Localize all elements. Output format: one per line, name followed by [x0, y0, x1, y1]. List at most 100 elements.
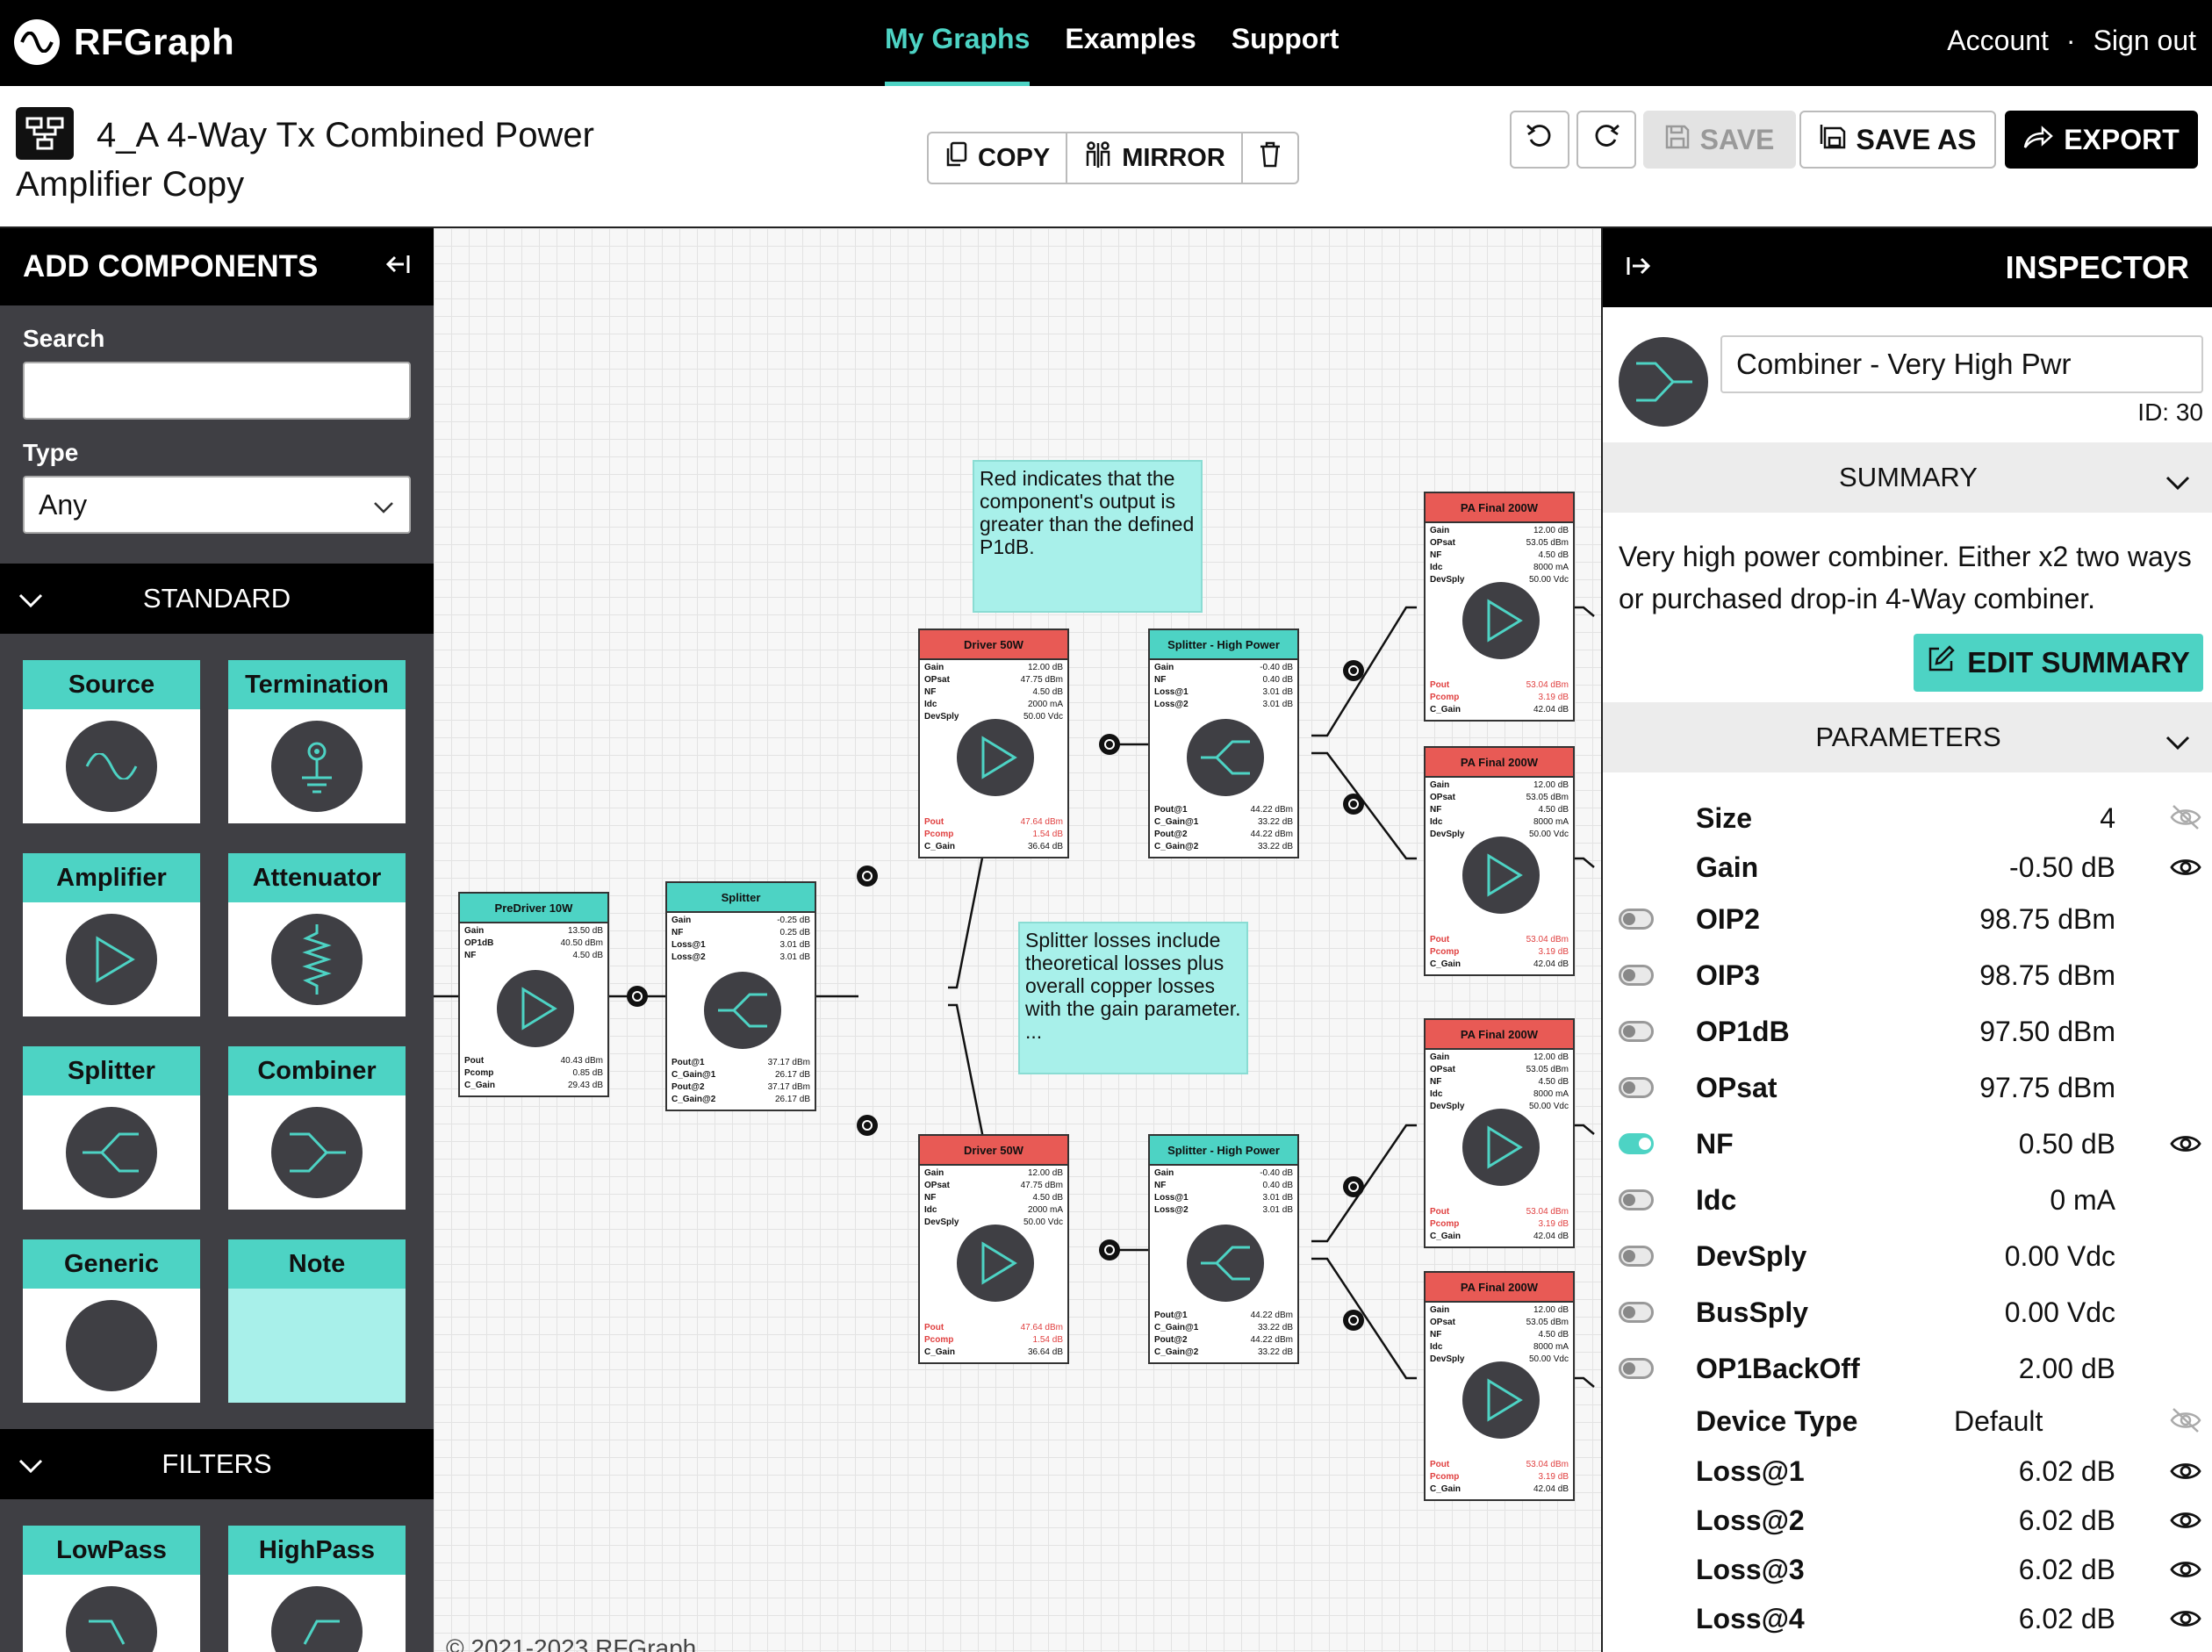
mirror-button[interactable]: MIRROR — [1067, 133, 1243, 183]
parameter-value[interactable]: -0.50 dB — [2009, 851, 2115, 884]
probe-icon[interactable] — [627, 986, 648, 1007]
node-param-row: Gain 12.00 dB — [924, 1167, 1063, 1180]
parameter-value[interactable]: 6.02 dB — [2019, 1455, 2115, 1488]
parameter-value[interactable]: 6.02 dB — [2019, 1554, 2115, 1586]
graph-node-pafinal[interactable]: PA Final 200W Gain 12.00 dB OPsat 53.05 dBm N… — [1424, 1271, 1575, 1501]
save-button[interactable]: SAVE — [1643, 111, 1796, 169]
graph-node-pafinal[interactable]: PA Final 200W Gain 12.00 dB OPsat 53.05 dBm N… — [1424, 1018, 1575, 1248]
component-combiner[interactable]: Combiner — [228, 1046, 406, 1210]
parameters-accordion[interactable]: PARAMETERS — [1603, 702, 2212, 772]
probe-icon[interactable] — [857, 866, 878, 887]
graph-node-driver[interactable]: Driver 50W Gain 12.00 dB OPsat 47.75 dBm NF 4.… — [918, 628, 1069, 858]
brand[interactable]: RFGraph — [14, 19, 234, 65]
component-label: Combiner — [228, 1046, 406, 1095]
eye-off-icon[interactable] — [2170, 804, 2201, 837]
component-amplifier[interactable]: Amplifier — [23, 853, 200, 1016]
graph-title[interactable]: 4_A 4-Way Tx Combined Power Amplifier Co… — [16, 111, 630, 209]
parameter-value[interactable]: 98.75 dBm — [1979, 959, 2115, 992]
standard-section-toggle[interactable]: STANDARD — [0, 564, 434, 634]
nav-my-graphs[interactable]: My Graphs — [885, 0, 1031, 86]
probe-icon[interactable] — [1343, 1310, 1364, 1331]
undo-button[interactable] — [1510, 111, 1569, 169]
graph-node-splitterhp[interactable]: Splitter - High Power Gain -0.40 dB NF 0.40 … — [1148, 1134, 1299, 1364]
parameter-value[interactable]: 0 mA — [2050, 1184, 2115, 1217]
nav-sign-out[interactable]: Sign out — [2094, 25, 2196, 57]
parameter-toggle[interactable] — [1619, 1021, 1654, 1042]
parameter-value[interactable]: 4 — [2100, 802, 2115, 835]
eye-icon[interactable] — [2170, 1130, 2201, 1162]
probe-icon[interactable] — [1099, 734, 1120, 755]
node-param-name: NF — [464, 951, 477, 960]
parameter-value[interactable]: 2.00 dB — [2019, 1353, 2115, 1385]
eye-icon[interactable] — [2170, 1605, 2201, 1637]
node-result-row: Pout 47.64 dBm — [924, 1322, 1063, 1334]
graph-canvas[interactable]: Red indicates that the component's outpu… — [434, 228, 1601, 1652]
node-result-value: 26.17 dB — [774, 1070, 810, 1080]
eye-icon[interactable] — [2170, 1457, 2201, 1490]
graph-node-pafinal[interactable]: PA Final 200W Gain 12.00 dB OPsat 53.05 dBm N… — [1424, 746, 1575, 976]
parameter-value[interactable]: 6.02 dB — [2019, 1505, 2115, 1537]
eye-off-icon[interactable] — [2170, 1407, 2201, 1440]
parameter-toggle[interactable] — [1619, 1133, 1654, 1154]
graph-node-predriver[interactable]: PreDriver 10W Gain 13.50 dB OP1dB 40.50 dBm N… — [458, 892, 609, 1097]
eye-icon[interactable] — [2170, 1555, 2201, 1588]
parameter-toggle[interactable] — [1619, 1189, 1654, 1210]
parameter-value[interactable]: 98.75 dBm — [1979, 903, 2115, 936]
parameter-toggle[interactable] — [1619, 965, 1654, 986]
parameter-toggle[interactable] — [1619, 1358, 1654, 1379]
parameter-value[interactable]: 0.50 dB — [2019, 1128, 2115, 1160]
collapse-right-icon[interactable] — [1626, 249, 1657, 286]
node-result-value: 53.04 dBm — [1526, 680, 1569, 690]
node-param-name: DevSply — [1430, 830, 1465, 839]
graph-node-pafinal[interactable]: PA Final 200W Gain 12.00 dB OPsat 53.05 dBm N… — [1424, 492, 1575, 722]
parameter-toggle[interactable] — [1619, 1246, 1654, 1267]
top-nav: RFGraph My Graphs Examples Support Accou… — [0, 0, 2212, 86]
parameter-value[interactable]: 0.00 Vdc — [2005, 1240, 2115, 1273]
component-lowpass[interactable]: LowPass — [23, 1526, 200, 1652]
copy-button[interactable]: COPY — [929, 133, 1068, 183]
component-highpass[interactable]: HighPass — [228, 1526, 406, 1652]
filters-section-toggle[interactable]: FILTERS — [0, 1429, 434, 1499]
probe-icon[interactable] — [1343, 1176, 1364, 1197]
component-splitter[interactable]: Splitter — [23, 1046, 200, 1210]
node-param-name: Gain — [1430, 526, 1450, 535]
graph-node-splitterhp[interactable]: Splitter - High Power Gain -0.40 dB NF 0.40 … — [1148, 628, 1299, 858]
nav-examples[interactable]: Examples — [1065, 0, 1196, 86]
parameter-toggle[interactable] — [1619, 1302, 1654, 1323]
nav-support[interactable]: Support — [1232, 0, 1339, 86]
component-attenuator[interactable]: Attenuator — [228, 853, 406, 1016]
parameter-toggle[interactable] — [1619, 909, 1654, 930]
nav-account[interactable]: Account — [1947, 25, 2049, 57]
parameter-toggle[interactable] — [1619, 1077, 1654, 1098]
edit-summary-button[interactable]: EDIT SUMMARY — [1914, 634, 2203, 692]
eye-icon[interactable] — [2170, 853, 2201, 886]
component-note[interactable]: Note — [228, 1239, 406, 1403]
export-button[interactable]: EXPORT — [2005, 111, 2198, 169]
type-select[interactable]: Any — [23, 476, 411, 534]
parameter-value[interactable]: 97.50 dBm — [1979, 1016, 2115, 1048]
collapse-left-icon[interactable] — [379, 249, 411, 284]
redo-button[interactable] — [1576, 111, 1636, 169]
parameter-value[interactable]: Default — [1954, 1405, 2043, 1438]
component-source[interactable]: Source — [23, 660, 200, 823]
node-param-name: Loss@2 — [1154, 700, 1189, 709]
canvas-note[interactable]: Red indicates that the component's outpu… — [973, 460, 1203, 613]
probe-icon[interactable] — [1099, 1239, 1120, 1261]
delete-button[interactable] — [1243, 133, 1297, 183]
parameter-value[interactable]: 6.02 dB — [2019, 1603, 2115, 1635]
summary-accordion[interactable]: SUMMARY — [1603, 442, 2212, 513]
search-input[interactable] — [23, 362, 411, 420]
graph-node-driver[interactable]: Driver 50W Gain 12.00 dB OPsat 47.75 dBm NF 4.… — [918, 1134, 1069, 1364]
component-generic[interactable]: Generic — [23, 1239, 200, 1403]
graph-node-splitter1[interactable]: Splitter Gain -0.25 dB NF 0.25 dB Loss@1 3.01 … — [665, 881, 816, 1111]
component-termination[interactable]: Termination — [228, 660, 406, 823]
save-as-button[interactable]: SAVE AS — [1799, 111, 1996, 169]
eye-icon[interactable] — [2170, 1506, 2201, 1539]
probe-icon[interactable] — [857, 1115, 878, 1136]
parameter-value[interactable]: 0.00 Vdc — [2005, 1296, 2115, 1329]
probe-icon[interactable] — [1343, 660, 1364, 681]
component-name-input[interactable]: Combiner - Very High Pwr — [1720, 335, 2203, 393]
canvas-note[interactable]: Splitter losses include theoretical loss… — [1018, 922, 1248, 1074]
probe-icon[interactable] — [1343, 794, 1364, 815]
parameter-value[interactable]: 97.75 dBm — [1979, 1072, 2115, 1104]
